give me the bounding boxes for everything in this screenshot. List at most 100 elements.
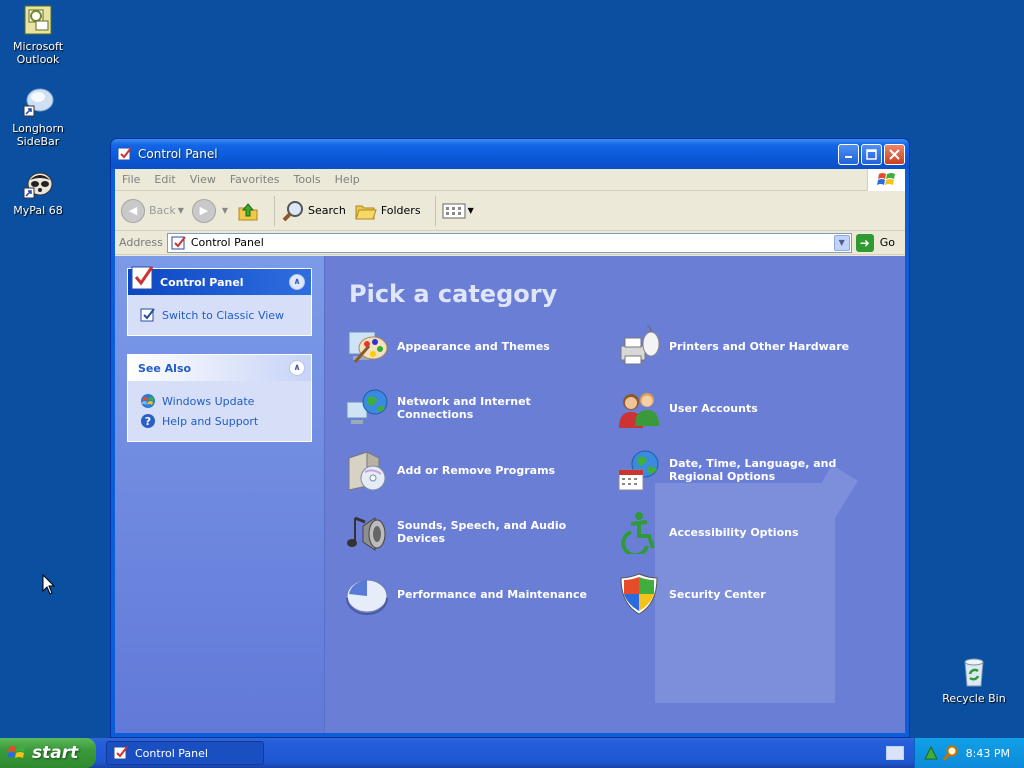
desktop-icon-outlook[interactable]: Microsoft Outlook — [0, 4, 76, 66]
category-performance-maintenance[interactable]: Performance and Maintenance — [345, 572, 617, 616]
category-panel: Pick a category Appearance and Themes Pr… — [325, 256, 905, 733]
windows-update-label: Windows Update — [162, 394, 255, 408]
control-panel-icon — [171, 235, 186, 249]
taskbar: start Control Panel 8:43 PM — [0, 738, 1024, 768]
collapse-icon[interactable]: ∧ — [289, 360, 305, 376]
menu-edit[interactable]: Edit — [147, 173, 182, 186]
keyboard-icon[interactable] — [886, 746, 904, 760]
category-date-time-language[interactable]: Date, Time, Language, and Regional Optio… — [617, 448, 887, 492]
menu-view[interactable]: View — [183, 173, 223, 186]
start-button[interactable]: start — [0, 738, 96, 768]
views-button[interactable]: ▼ — [442, 201, 474, 221]
help-support-link[interactable]: ? Help and Support — [140, 413, 301, 429]
desktop-icon-label: Recycle Bin — [942, 692, 1006, 705]
windows-logo-icon — [867, 169, 905, 191]
minimize-button[interactable] — [838, 143, 859, 165]
windows-update-link[interactable]: Windows Update — [140, 393, 301, 409]
address-value: Control Panel — [190, 236, 264, 249]
category-add-remove-programs[interactable]: Add or Remove Programs — [345, 448, 617, 492]
minimize-icon — [844, 156, 852, 158]
address-bar: Address Control Panel ▼ ➜ Go — [115, 231, 905, 255]
see-also-box: See Also ∧ Windows Update ? Help and Sup… — [127, 354, 312, 442]
window-client: File Edit View Favorites Tools Help ◀ Ba… — [115, 169, 905, 733]
desktop-icon-recycle-bin[interactable]: Recycle Bin — [936, 656, 1012, 705]
go-arrow-icon: ➜ — [855, 233, 874, 252]
menu-bar: File Edit View Favorites Tools Help — [115, 169, 905, 191]
category-printers-hardware[interactable]: Printers and Other Hardware — [617, 324, 887, 368]
sounds-audio-icon — [347, 516, 386, 551]
search-label: Search — [308, 204, 346, 217]
go-label: Go — [879, 236, 895, 249]
search-tray-icon[interactable] — [943, 745, 959, 761]
menu-file[interactable]: File — [115, 173, 147, 186]
back-dropdown-icon[interactable]: ▼ — [178, 206, 184, 215]
search-button[interactable]: Search — [281, 199, 346, 223]
maximize-button[interactable] — [861, 143, 882, 165]
menu-favorites[interactable]: Favorites — [223, 173, 287, 186]
category-network-connections[interactable]: Network and Internet Connections — [345, 386, 617, 430]
forward-dropdown-icon[interactable]: ▼ — [222, 206, 228, 215]
menu-tools[interactable]: Tools — [287, 173, 328, 186]
user-accounts-icon — [619, 393, 659, 428]
category-user-accounts[interactable]: User Accounts — [617, 386, 887, 430]
address-dropdown-icon[interactable]: ▼ — [833, 234, 850, 251]
see-also-title: See Also — [138, 361, 192, 375]
longhorn-sidebar-icon — [22, 86, 54, 118]
category-label: User Accounts — [669, 401, 758, 415]
collapse-icon[interactable]: ∧ — [289, 274, 305, 290]
up-folder-button[interactable] — [236, 199, 260, 223]
category-accessibility[interactable]: Accessibility Options — [617, 510, 887, 554]
category-label: Printers and Other Hardware — [669, 339, 850, 353]
accessibility-icon — [621, 512, 655, 554]
control-panel-icon — [140, 308, 155, 322]
control-panel-icon — [117, 147, 132, 161]
back-label: Back — [149, 204, 176, 217]
close-icon — [889, 148, 900, 160]
toolbar: ◀ Back ▼ ▶ ▼ Search Folders ▼ — [115, 191, 905, 231]
windows-update-icon — [141, 394, 155, 408]
system-tray: 8:43 PM — [914, 738, 1024, 768]
title-bar[interactable]: Control Panel — [111, 139, 909, 169]
taskbar-item-control-panel[interactable]: Control Panel — [106, 741, 264, 765]
control-panel-box-header[interactable]: Control Panel ∧ — [128, 266, 311, 295]
security-center-icon — [620, 573, 658, 615]
back-button[interactable]: ◀ Back ▼ — [121, 198, 184, 223]
appearance-themes-icon — [348, 331, 388, 363]
desktop-icon-mypal[interactable]: MyPal 68 — [0, 168, 76, 217]
address-input[interactable]: Control Panel ▼ — [166, 232, 852, 253]
category-list: Appearance and Themes Printers and Other… — [345, 324, 887, 616]
network-tray-icon[interactable] — [923, 745, 939, 761]
folders-label: Folders — [380, 204, 421, 217]
help-icon: ? — [141, 414, 155, 428]
views-dropdown-icon: ▼ — [467, 206, 474, 215]
go-button[interactable]: ➜ Go — [855, 233, 895, 252]
page-title: Pick a category — [349, 280, 558, 308]
mypal-icon — [22, 168, 54, 200]
window-title: Control Panel — [138, 147, 218, 161]
category-security-center[interactable]: Security Center — [617, 572, 887, 616]
address-label: Address — [119, 236, 163, 249]
category-appearance-themes[interactable]: Appearance and Themes — [345, 324, 617, 368]
start-label: start — [32, 743, 79, 763]
folders-button[interactable]: Folders — [354, 199, 421, 223]
outlook-icon — [22, 4, 54, 36]
switch-classic-view-link[interactable]: Switch to Classic View — [140, 307, 301, 323]
category-label: Date, Time, Language, and Regional Optio… — [669, 457, 837, 483]
help-support-label: Help and Support — [162, 414, 259, 428]
date-time-language-icon — [618, 450, 659, 491]
close-button[interactable] — [884, 143, 905, 165]
desktop-icon-longhorn-sidebar[interactable]: Longhorn SideBar — [0, 86, 76, 148]
menu-help[interactable]: Help — [328, 173, 367, 186]
maximize-icon — [866, 148, 877, 160]
toolbar-separator — [274, 195, 276, 226]
category-label: Accessibility Options — [669, 525, 799, 539]
see-also-box-header[interactable]: See Also ∧ — [128, 355, 311, 381]
search-icon — [282, 200, 304, 221]
clock[interactable]: 8:43 PM — [966, 747, 1010, 760]
up-folder-icon — [238, 202, 258, 220]
network-connections-icon — [346, 389, 388, 424]
category-sounds-audio[interactable]: Sounds, Speech, and Audio Devices — [345, 510, 617, 554]
back-arrow-icon: ◀ — [121, 198, 145, 223]
forward-button[interactable]: ▶ ▼ — [191, 198, 228, 223]
switch-classic-view-label: Switch to Classic View — [162, 308, 285, 322]
